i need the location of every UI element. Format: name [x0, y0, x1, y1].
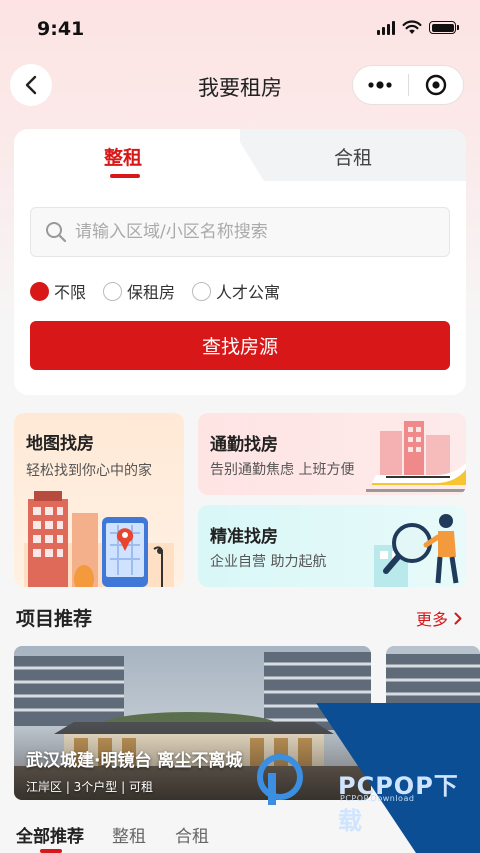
wifi-icon [402, 20, 422, 34]
map-search-card[interactable]: 地图找房 轻松找到你心中的家 [14, 413, 184, 587]
battery-icon [429, 21, 459, 34]
miniprogram-capsule [352, 65, 464, 105]
search-box[interactable] [30, 207, 450, 257]
map-city-illustration [24, 491, 174, 587]
target-close-icon [425, 74, 446, 96]
commute-search-card[interactable]: 通勤找房 告别通勤焦虑 上班方便 [198, 413, 466, 495]
radio-label: 不限 [54, 283, 87, 302]
feature-title: 精准找房 [210, 527, 278, 547]
feature-subtitle: 企业自营 助力起航 [210, 554, 327, 570]
project-meta: 江岸区 | 3个户型 | 可租 [26, 780, 153, 794]
status-time: 9:41 [37, 18, 85, 40]
train-city-illustration [366, 421, 466, 492]
close-miniprogram-button[interactable] [408, 66, 463, 104]
precise-search-card[interactable]: 精准找房 企业自营 助力起航 [198, 505, 466, 587]
tab-shared-rent[interactable]: 合租 [334, 143, 372, 170]
more-dots-icon [368, 81, 392, 89]
tab-all-recommended[interactable]: 全部推荐 [16, 822, 84, 847]
radio-affordable-housing[interactable]: 保租房 [103, 279, 175, 303]
tab-shared-rent-list[interactable]: 合租 [175, 822, 209, 847]
radio-unchecked-icon [192, 281, 212, 301]
search-card: 整租 合租 不限 保租房 人才公寓 查找房源 [14, 129, 466, 395]
radio-unlimited[interactable]: 不限 [30, 279, 86, 303]
feature-subtitle: 告别通勤焦虑 上班方便 [210, 462, 355, 478]
status-icons [377, 20, 459, 35]
magnifier-person-illustration [374, 514, 459, 587]
more-label: 更多 [415, 610, 448, 629]
radio-talent-apartment[interactable]: 人才公寓 [192, 279, 280, 303]
project-name: 武汉城建·明镜台 离尘不离城 [26, 751, 243, 771]
section-title: 项目推荐 [16, 608, 93, 630]
feature-title: 通勤找房 [210, 435, 278, 455]
tab-whole-rent[interactable]: 整租 [104, 143, 142, 170]
search-input[interactable] [75, 222, 435, 242]
bottom-tab-indicator [40, 849, 62, 853]
feature-title: 地图找房 [26, 434, 94, 454]
tab-whole-rent-list[interactable]: 整租 [112, 822, 146, 847]
feature-subtitle: 轻松找到你心中的家 [26, 463, 152, 479]
find-listings-button[interactable]: 查找房源 [30, 321, 450, 370]
chevron-right-icon [454, 612, 462, 624]
search-icon [46, 222, 67, 243]
tab-active-indicator [110, 174, 140, 178]
radio-checked-icon [30, 281, 49, 301]
radio-unchecked-icon [103, 281, 123, 301]
more-options-button[interactable] [353, 66, 408, 104]
watermark-url: PCPOP.Download [340, 794, 415, 803]
radio-label: 保租房 [127, 283, 176, 302]
rental-type-radios: 不限 保租房 人才公寓 [30, 279, 297, 303]
radio-label: 人才公寓 [216, 283, 281, 302]
status-bar: 9:41 [0, 0, 480, 60]
cellular-signal-icon [377, 20, 395, 35]
more-link[interactable]: 更多 [416, 606, 462, 630]
